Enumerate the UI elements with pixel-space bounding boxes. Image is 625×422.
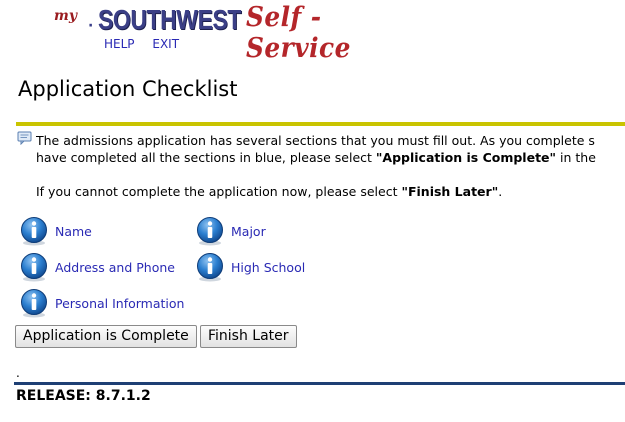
info-icon <box>195 216 225 246</box>
info-icon <box>19 288 49 318</box>
checklist-item-personal[interactable]: Personal Information <box>19 288 184 318</box>
info-icon <box>19 252 49 282</box>
name-link[interactable]: Name <box>55 224 92 239</box>
help-link[interactable]: HELP <box>104 37 135 51</box>
finish-later-button[interactable]: Finish Later <box>200 325 297 348</box>
release-label: RELEASE: 8.7.1.2 <box>16 388 151 404</box>
high-school-link[interactable]: High School <box>231 260 305 275</box>
instructions-message: The admissions application has several s… <box>36 132 625 200</box>
app-logo: my · SOUTHWEST Self - Service <box>52 2 432 64</box>
info-icon <box>19 216 49 246</box>
application-complete-button[interactable]: Application is Complete <box>15 325 197 348</box>
checklist-item-high-school[interactable]: High School <box>195 252 305 282</box>
logo-my-text: my <box>54 8 77 24</box>
checklist-item-address[interactable]: Address and Phone <box>19 252 175 282</box>
logo-brand-text: SOUTHWEST <box>98 4 242 35</box>
message-icon <box>17 131 32 145</box>
footer-dot: . <box>16 366 20 380</box>
logo-dot: · <box>88 18 94 34</box>
header-links: HELP EXIT <box>104 37 193 51</box>
checklist-item-major[interactable]: Major <box>195 216 266 246</box>
address-phone-link[interactable]: Address and Phone <box>55 260 175 275</box>
logo-tagline-text: Self - Service <box>246 2 351 64</box>
message-line-1: The admissions application has several s… <box>36 133 595 148</box>
footer-divider <box>14 382 625 385</box>
info-icon <box>195 252 225 282</box>
major-link[interactable]: Major <box>231 224 266 239</box>
message-line-3: If you cannot complete the application n… <box>36 184 503 199</box>
exit-link[interactable]: EXIT <box>152 37 179 51</box>
personal-info-link[interactable]: Personal Information <box>55 296 184 311</box>
checklist-item-name[interactable]: Name <box>19 216 92 246</box>
message-line-2: have completed all the sections in blue,… <box>36 150 596 165</box>
title-divider <box>16 122 625 126</box>
page-title: Application Checklist <box>18 77 238 101</box>
